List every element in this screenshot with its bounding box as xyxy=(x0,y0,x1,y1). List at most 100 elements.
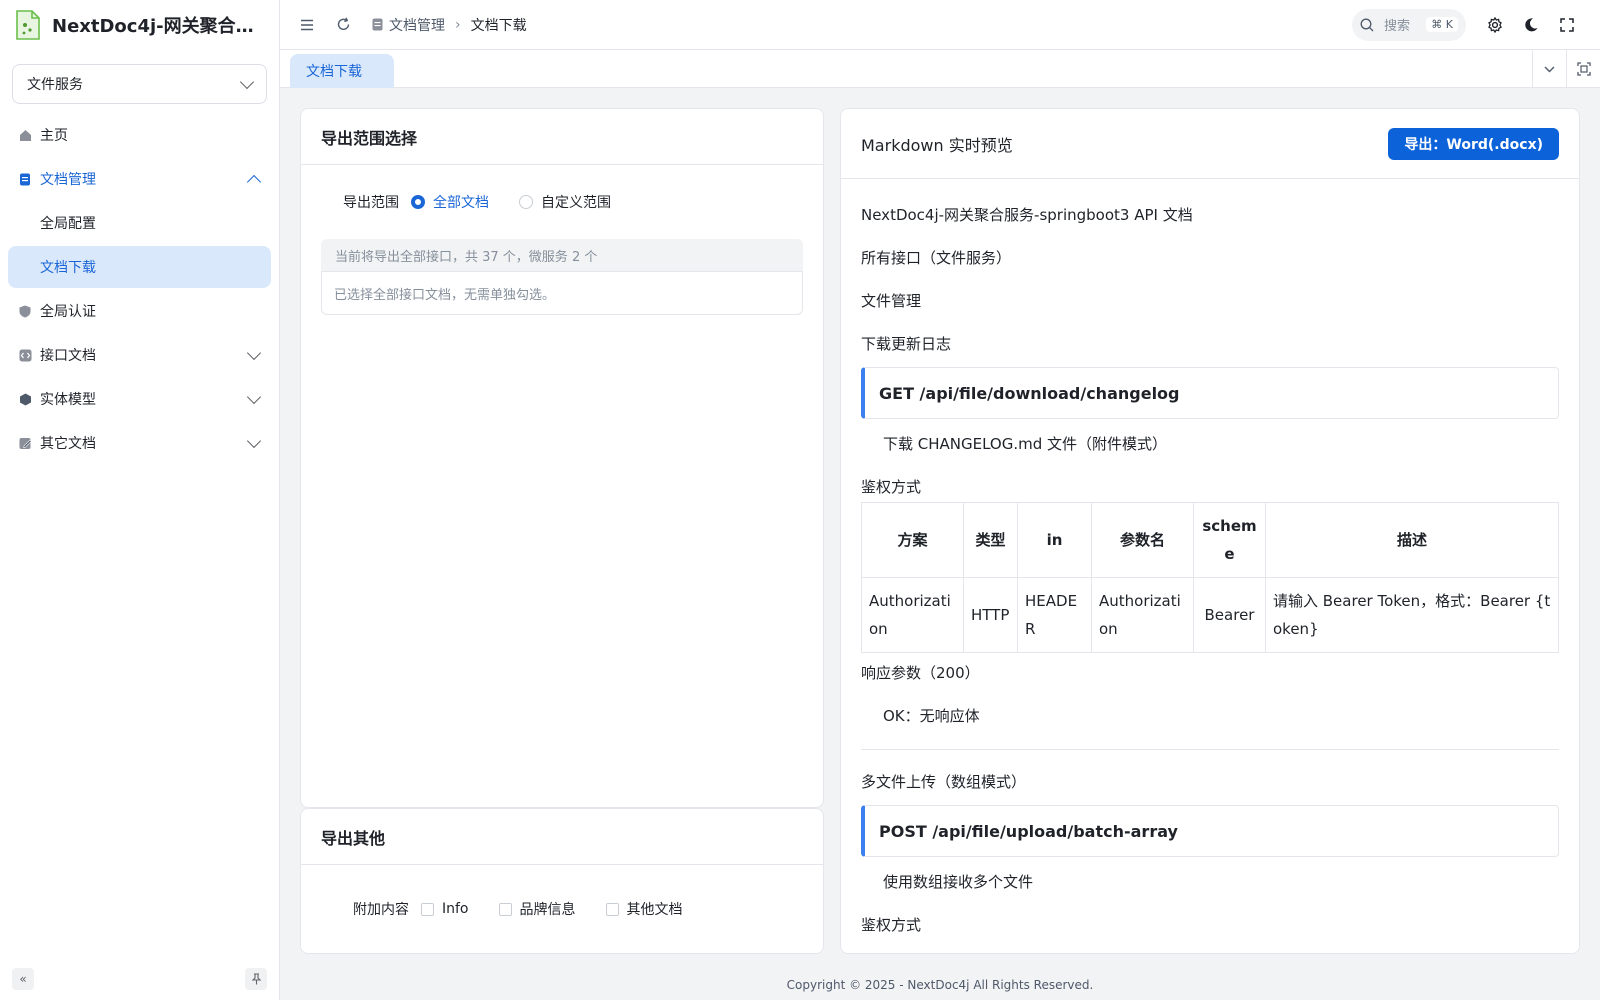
search-icon xyxy=(1360,18,1374,31)
sidebar-item-other-docs[interactable]: 其它文档 xyxy=(8,422,271,464)
markdown-preview-header: Markdown 实时预览 导出：Word(.docx) xyxy=(841,109,1579,179)
fullscreen-button[interactable] xyxy=(1552,10,1582,40)
sidebar-item-global-config[interactable]: 全局配置 xyxy=(8,202,271,244)
table-row: Authorization HTTP HEADER Authorization … xyxy=(861,577,1559,653)
doc-title: NextDoc4j-网关聚合服务-springboot3 API 文档 xyxy=(861,206,1193,224)
table-cell: HEADER xyxy=(1017,577,1092,653)
collapse-sidebar-button[interactable]: « xyxy=(12,968,34,990)
group-heading: 文件管理 xyxy=(861,292,922,310)
sidebar-item-entity-models[interactable]: 实体模型 xyxy=(8,378,271,420)
radio-checked-icon xyxy=(411,195,425,209)
menu-toggle-button[interactable] xyxy=(292,10,322,40)
refresh-icon xyxy=(337,17,349,30)
dark-mode-toggle[interactable] xyxy=(1516,10,1546,40)
markdown-preview-title: Markdown 实时预览 xyxy=(861,135,1013,155)
checkbox-brand-info[interactable]: 品牌信息 xyxy=(498,899,576,919)
top-header: 文档管理 › 文档下载 搜索 ⌘ K xyxy=(280,0,1600,50)
table-cell: HTTP xyxy=(963,577,1018,653)
shield-icon xyxy=(18,304,32,318)
code-icon xyxy=(18,348,32,362)
sidebar-item-label: 实体模型 xyxy=(40,392,96,408)
auth-heading: 鉴权方式 xyxy=(861,478,922,496)
sidebar-item-doc-download[interactable]: 文档下载 xyxy=(8,246,271,288)
endpoint-method-path: GET /api/file/download/changelog xyxy=(861,367,1559,419)
sidebar-item-label: 文档下载 xyxy=(40,260,96,276)
brand-logo-icon xyxy=(16,10,40,40)
export-range-label: 导出范围 xyxy=(343,195,399,211)
endpoint-name: 多文件上传（数组模式） xyxy=(861,773,1027,791)
chevron-up-icon xyxy=(246,174,262,189)
endpoint-method-path: POST /api/file/upload/batch-array xyxy=(861,805,1559,857)
chevron-down-icon xyxy=(246,389,262,404)
checkbox-info[interactable]: Info xyxy=(421,901,469,917)
service-select[interactable]: 文件服务 xyxy=(12,64,267,104)
settings-button[interactable] xyxy=(1480,10,1510,40)
radio-unchecked-icon xyxy=(519,195,533,209)
hamburger-icon xyxy=(301,19,313,30)
markdown-content: NextDoc4j-网关聚合服务-springboot3 API 文档 所有接口… xyxy=(841,179,1579,935)
breadcrumb-item[interactable]: 文档管理 xyxy=(389,15,445,35)
sidebar-item-label: 其它文档 xyxy=(40,436,96,452)
chevron-down-icon xyxy=(246,345,262,360)
radio-label: 全部文档 xyxy=(433,195,489,211)
radio-custom-range[interactable]: 自定义范围 xyxy=(519,192,611,212)
sidebar-item-api-docs[interactable]: 接口文档 xyxy=(8,334,271,376)
service-select-value: 文件服务 xyxy=(27,77,83,93)
endpoint-description: 下载 CHANGELOG.md 文件（附件模式） xyxy=(883,435,1168,453)
table-header-cell: 参数名 xyxy=(1091,502,1194,578)
pin-sidebar-button[interactable] xyxy=(245,968,267,990)
export-range-row: 导出范围 全部文档 自定义范围 xyxy=(301,165,823,239)
tab-doc-download[interactable]: 文档下载 xyxy=(290,54,394,88)
header-tools: 搜索 ⌘ K xyxy=(1352,8,1588,41)
search-button[interactable]: 搜索 ⌘ K xyxy=(1352,8,1466,41)
tabs-maximize-button[interactable] xyxy=(1566,50,1600,88)
table-header-cell: 类型 xyxy=(963,502,1018,578)
breadcrumb: 文档管理 › 文档下载 xyxy=(372,15,527,35)
fullscreen-icon xyxy=(1560,17,1574,32)
table-header-cell: in xyxy=(1017,502,1092,578)
checkbox-icon xyxy=(605,902,619,916)
search-placeholder: 搜索 xyxy=(1384,19,1411,34)
chevron-down-icon xyxy=(239,74,255,89)
radio-all-docs[interactable]: 全部文档 xyxy=(411,192,489,212)
document-icon xyxy=(18,172,32,186)
tab-label: 文档下载 xyxy=(306,64,362,80)
tabs-bar: 文档下载 xyxy=(280,50,1600,88)
export-range-title: 导出范围选择 xyxy=(301,109,823,165)
sidebar-item-label: 全局认证 xyxy=(40,304,96,320)
sidebar-item-home[interactable]: 主页 xyxy=(8,114,271,156)
export-other-label: 附加内容 xyxy=(353,902,409,918)
brand[interactable]: NextDoc4j-网关聚合服... xyxy=(0,0,279,50)
table-header-cell: 描述 xyxy=(1265,502,1559,578)
app-title: NextDoc4j-网关聚合服... xyxy=(52,16,262,37)
endpoint-name: 下载更新日志 xyxy=(861,335,952,353)
table-cell: Authorization xyxy=(1091,577,1194,653)
table-cell: 请输入 Bearer Token，格式：Bearer {token} xyxy=(1265,577,1559,653)
checkbox-label: 品牌信息 xyxy=(519,902,576,918)
export-word-button[interactable]: 导出：Word(.docx) xyxy=(1388,127,1559,160)
focus-icon xyxy=(1576,62,1591,76)
sidebar-item-doc-management[interactable]: 文档管理 xyxy=(8,158,271,200)
checkbox-icon xyxy=(498,902,512,916)
checkbox-other-docs[interactable]: 其他文档 xyxy=(605,899,683,919)
tabs-tools xyxy=(1532,50,1600,88)
refresh-button[interactable] xyxy=(328,10,358,40)
checkbox-label: Info xyxy=(442,901,469,917)
sidebar-bottom: « xyxy=(12,968,267,990)
document-icon xyxy=(372,18,383,31)
export-summary: 当前将导出全部接口，共 37 个，微服务 2 个 xyxy=(321,239,803,271)
response-body: OK：无响应体 xyxy=(883,707,980,725)
sidebar-item-label: 主页 xyxy=(40,128,68,144)
cube-icon xyxy=(18,392,32,406)
edit-doc-icon xyxy=(18,436,32,450)
table-cell: Bearer xyxy=(1193,577,1266,653)
table-header-cell: 方案 xyxy=(861,502,964,578)
export-range-panel: 导出范围选择 导出范围 全部文档 自定义范围 当前将导出全部接口，共 37 个，… xyxy=(300,108,824,808)
radio-label: 自定义范围 xyxy=(541,195,611,211)
sidebar-item-global-auth[interactable]: 全局认证 xyxy=(8,290,271,332)
pin-icon xyxy=(251,973,261,985)
markdown-preview-panel[interactable]: Markdown 实时预览 导出：Word(.docx) NextDoc4j-网… xyxy=(840,108,1580,954)
breadcrumb-current: 文档下载 xyxy=(470,17,527,34)
tabs-dropdown-button[interactable] xyxy=(1532,50,1566,88)
footer-copyright: Copyright © 2025 - NextDoc4j All Rights … xyxy=(786,978,1094,992)
